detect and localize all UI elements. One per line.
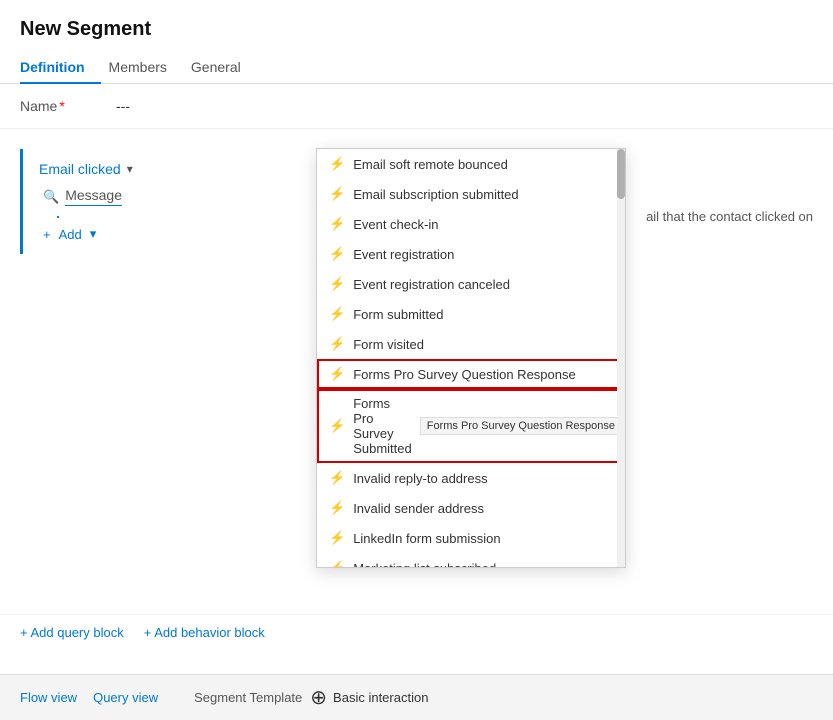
bolt-icon: ⚡ bbox=[329, 470, 345, 486]
dropdown-item-invalid-reply[interactable]: ⚡ Invalid reply-to address bbox=[317, 463, 625, 493]
dropdown-item-label: Invalid sender address bbox=[353, 501, 484, 516]
bolt-icon: ⚡ bbox=[329, 418, 345, 434]
cursor-indicator bbox=[57, 216, 59, 218]
dropdown-item-forms-pro-survey-question[interactable]: ⚡ Forms Pro Survey Question Response bbox=[317, 359, 625, 389]
dropdown-item-marketing-list-subscribed[interactable]: ⚡ Marketing list subscribed bbox=[317, 553, 625, 568]
name-row: Name* --- bbox=[0, 84, 833, 129]
dropdown-item-event-registration[interactable]: ⚡ Event registration bbox=[317, 239, 625, 269]
right-panel-text: ail that the contact clicked on bbox=[646, 209, 813, 224]
bolt-icon: ⚡ bbox=[329, 276, 345, 292]
add-query-block-button[interactable]: + Add query block bbox=[20, 625, 124, 640]
tab-general[interactable]: General bbox=[191, 51, 257, 83]
template-label: Segment Template bbox=[194, 690, 302, 705]
dropdown-item-label: Form submitted bbox=[353, 307, 443, 322]
dropdown-item-linkedin-form[interactable]: ⚡ LinkedIn form submission bbox=[317, 523, 625, 553]
add-behavior-block-button[interactable]: + Add behavior block bbox=[144, 625, 265, 640]
bottom-actions-bar: + Add query block + Add behavior block bbox=[0, 614, 833, 650]
bolt-icon: ⚡ bbox=[329, 336, 345, 352]
dropdown-item-label: Event check-in bbox=[353, 217, 438, 232]
dropdown-item-email-soft-bounced[interactable]: ⚡ Email soft remote bounced bbox=[317, 149, 625, 179]
dropdown-item-label: Email subscription submitted bbox=[353, 187, 518, 202]
dropdown-item-invalid-sender[interactable]: ⚡ Invalid sender address bbox=[317, 493, 625, 523]
name-value[interactable]: --- bbox=[116, 98, 130, 114]
scrollbar-thumb[interactable] bbox=[617, 149, 625, 199]
add-chevron-icon: ▾ bbox=[90, 226, 97, 242]
tab-members[interactable]: Members bbox=[109, 51, 183, 83]
footer-bar: Flow view Query view Segment Template ⊕ … bbox=[0, 674, 833, 720]
dropdown-item-email-subscription[interactable]: ⚡ Email subscription submitted bbox=[317, 179, 625, 209]
dropdown-item-label: Form visited bbox=[353, 337, 424, 352]
add-query-block-label: + Add query block bbox=[20, 625, 124, 640]
add-plus-icon: + bbox=[43, 227, 51, 242]
tab-definition[interactable]: Definition bbox=[20, 51, 101, 83]
entity-dropdown: ⚡ Email soft remote bounced ⚡ Email subs… bbox=[316, 148, 626, 568]
dropdown-list: ⚡ Email soft remote bounced ⚡ Email subs… bbox=[317, 149, 625, 568]
dropdown-item-label: Marketing list subscribed bbox=[353, 561, 496, 569]
dropdown-item-form-visited[interactable]: ⚡ Form visited bbox=[317, 329, 625, 359]
query-view-link[interactable]: Query view bbox=[93, 690, 158, 705]
scrollbar-track[interactable] bbox=[617, 149, 625, 567]
bolt-icon: ⚡ bbox=[329, 186, 345, 202]
bolt-icon: ⚡ bbox=[329, 216, 345, 232]
email-clicked-dropdown-arrow[interactable]: ▾ bbox=[127, 162, 133, 176]
bolt-icon: ⚡ bbox=[329, 560, 345, 568]
inline-tooltip: Forms Pro Survey Question Response bbox=[420, 417, 622, 435]
bolt-icon: ⚡ bbox=[329, 500, 345, 516]
dropdown-item-label: LinkedIn form submission bbox=[353, 531, 500, 546]
bolt-icon: ⚡ bbox=[329, 156, 345, 172]
bolt-icon: ⚡ bbox=[329, 306, 345, 322]
dropdown-item-form-submitted[interactable]: ⚡ Form submitted bbox=[317, 299, 625, 329]
dropdown-item-label: Forms Pro Survey Submitted bbox=[353, 396, 412, 456]
bolt-icon: ⚡ bbox=[329, 246, 345, 262]
bolt-icon: ⚡ bbox=[329, 366, 345, 382]
message-label: Message bbox=[65, 187, 122, 206]
dropdown-item-label: Invalid reply-to address bbox=[353, 471, 487, 486]
segment-template: Segment Template ⊕ Basic interaction bbox=[194, 685, 428, 710]
search-icon: 🔍 bbox=[43, 189, 59, 205]
flow-view-link[interactable]: Flow view bbox=[20, 690, 77, 705]
required-indicator: * bbox=[59, 98, 64, 114]
dropdown-item-label: Email soft remote bounced bbox=[353, 157, 508, 172]
add-behavior-block-label: + Add behavior block bbox=[144, 625, 265, 640]
template-icon: ⊕ bbox=[310, 685, 327, 710]
dropdown-item-label: Event registration bbox=[353, 247, 454, 262]
dropdown-item-forms-pro-survey-submitted[interactable]: ⚡ Forms Pro Survey Submitted Forms Pro S… bbox=[317, 389, 625, 463]
email-clicked-label[interactable]: Email clicked bbox=[39, 161, 121, 177]
dropdown-item-event-checkin[interactable]: ⚡ Event check-in bbox=[317, 209, 625, 239]
dropdown-item-label: Forms Pro Survey Question Response bbox=[353, 367, 576, 382]
dropdown-item-event-registration-canceled[interactable]: ⚡ Event registration canceled bbox=[317, 269, 625, 299]
name-label-text: Name bbox=[20, 98, 57, 114]
tabs-bar: Definition Members General bbox=[0, 51, 833, 84]
bolt-icon: ⚡ bbox=[329, 530, 345, 546]
page-title: New Segment bbox=[0, 0, 833, 51]
dropdown-item-label: Event registration canceled bbox=[353, 277, 510, 292]
page-container: New Segment Definition Members General N… bbox=[0, 0, 833, 720]
template-name: Basic interaction bbox=[333, 690, 428, 705]
